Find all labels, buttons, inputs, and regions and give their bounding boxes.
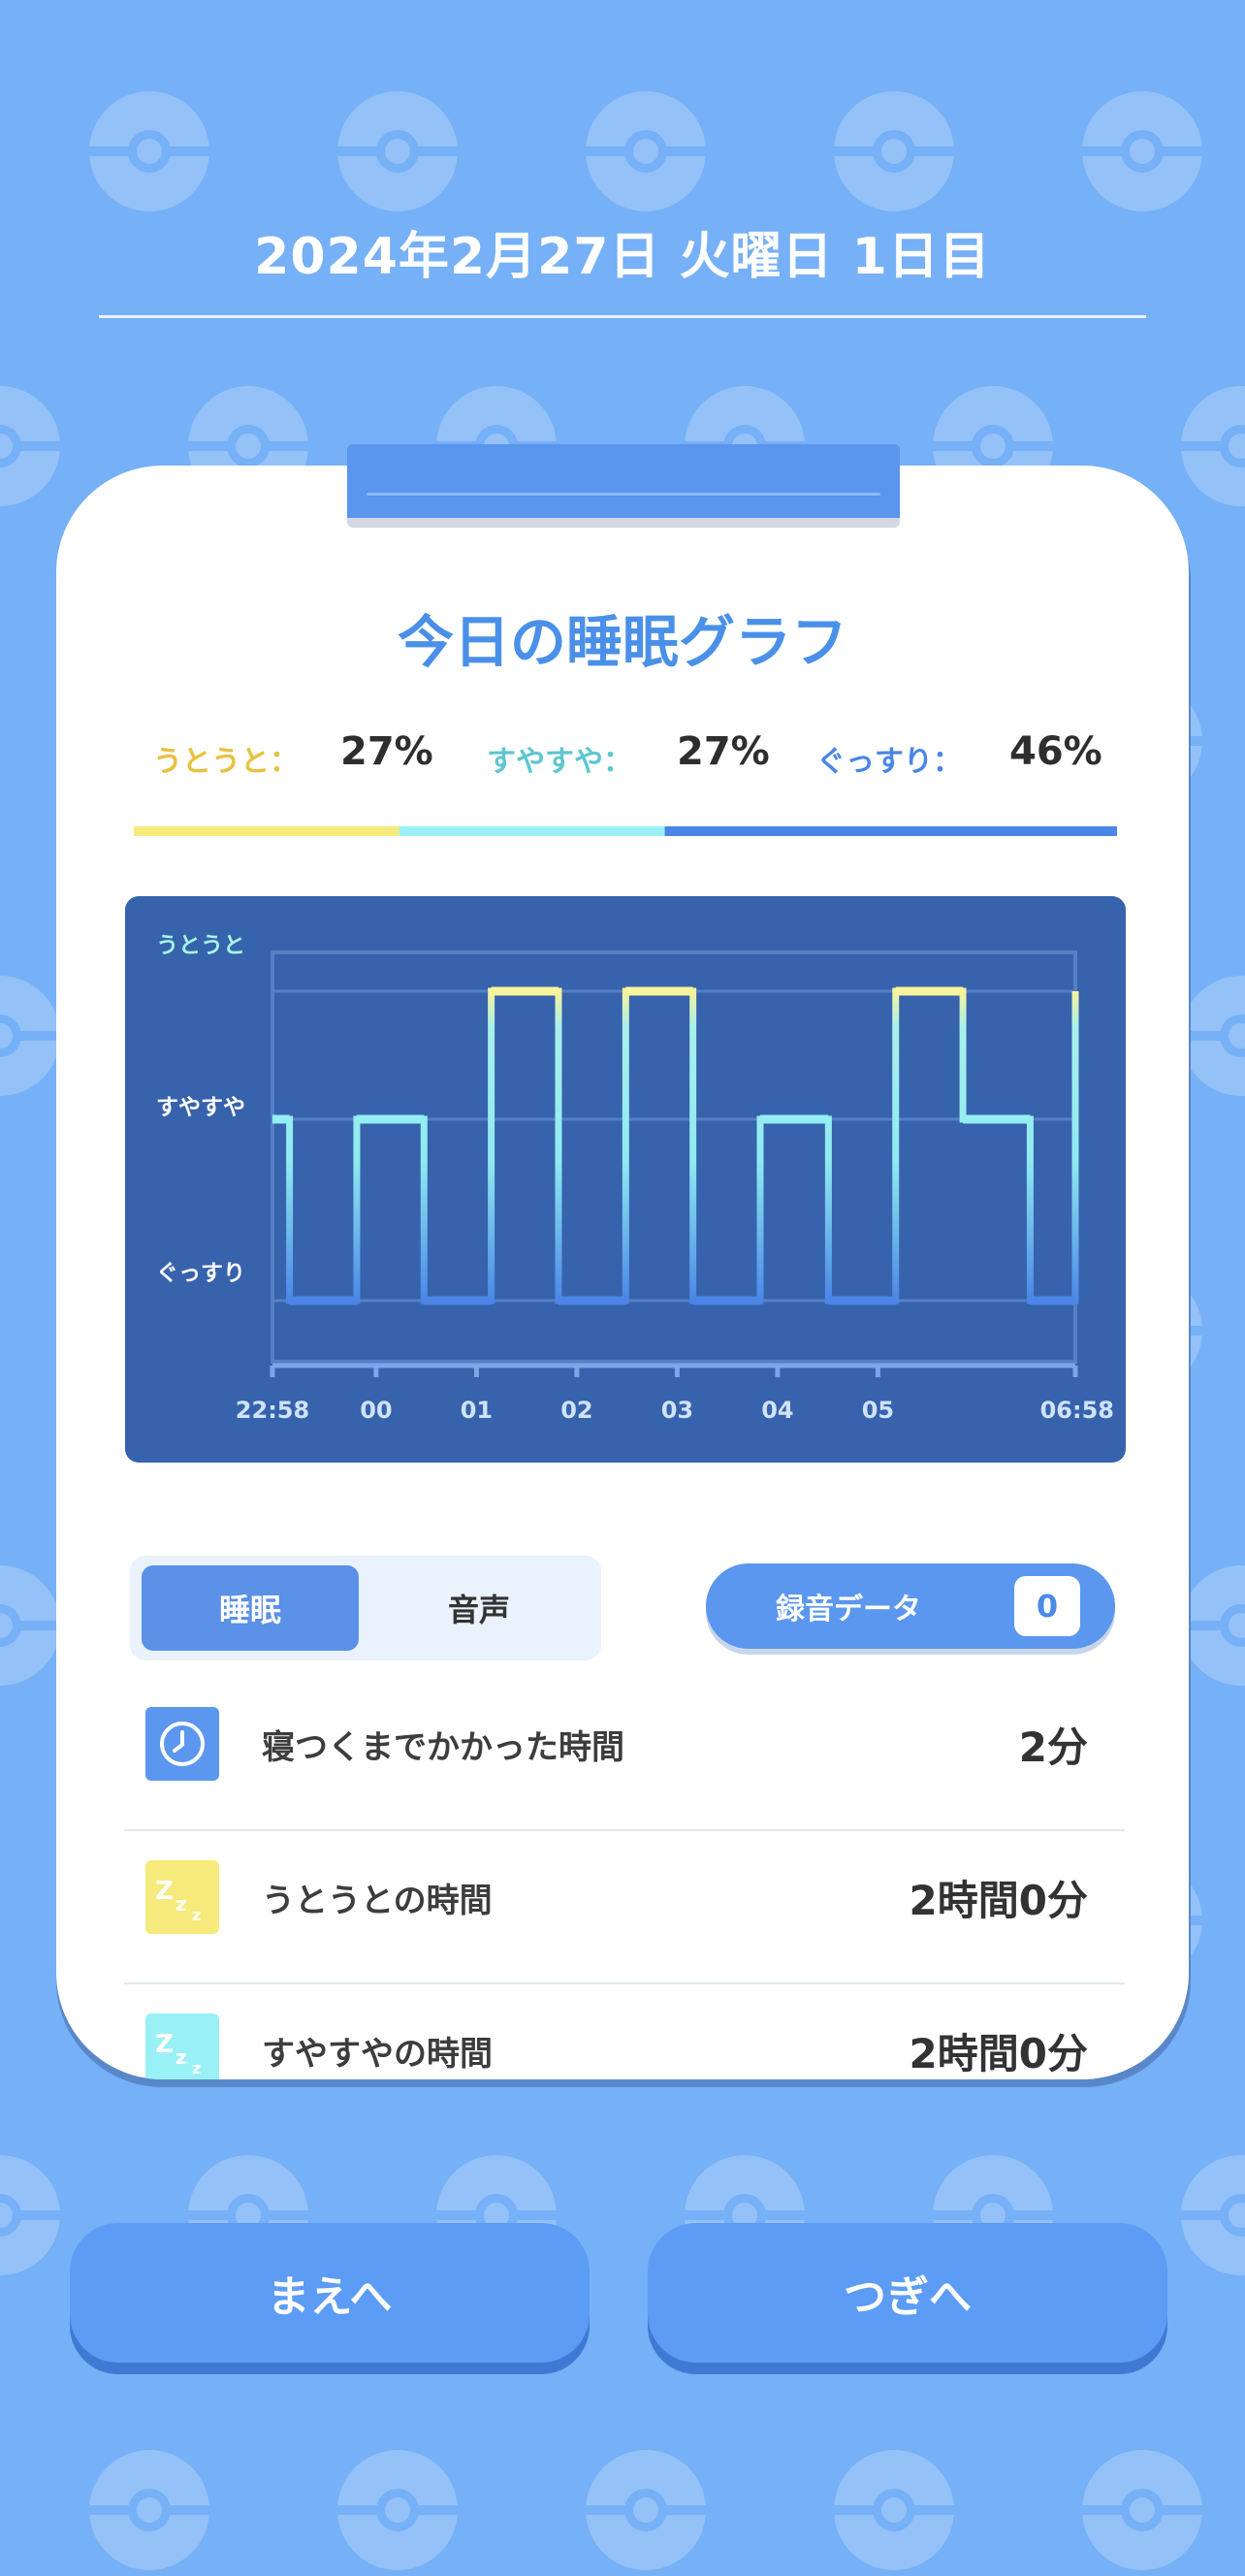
detail-value: 2分 [1018, 1723, 1088, 1771]
stat-label-light: うとうと： [153, 745, 299, 779]
x-axis-tick-label: 04 [761, 1397, 793, 1424]
next-button[interactable]: つぎへ [648, 2223, 1167, 2363]
svg-text:Z: Z [155, 2030, 174, 2059]
tab-sound[interactable]: 音声 [368, 1565, 590, 1651]
stat-value-light: 27% [340, 729, 433, 774]
sleep-ratio-bar [134, 826, 1117, 836]
y-axis-label: ぐっすり [156, 1261, 245, 1286]
y-axis-label: すやすや [156, 1095, 245, 1120]
detail-value: 2時間0分 [909, 2029, 1088, 2077]
ratio-segment-deep [664, 826, 1117, 836]
recording-count-badge: 0 [1014, 1576, 1080, 1636]
pokeball-pattern-icon [1179, 386, 1245, 506]
zzz-icon: Z z z [145, 1860, 219, 1934]
card-title: 今日の睡眠グラフ [397, 609, 847, 675]
zzz-icon: Z z z [145, 2013, 219, 2079]
svg-text:z: z [176, 2045, 187, 2069]
pokeball-pattern-icon [335, 91, 460, 211]
detail-row-light-sleep: Z z z うとうとの時間 2時間0分 [124, 1829, 1125, 1984]
detail-label: すやすやの時間 [262, 2034, 493, 2074]
x-axis-tick-label: 02 [560, 1397, 592, 1424]
y-axis-label: うとうと [156, 933, 245, 958]
svg-text:z: z [192, 1906, 201, 1924]
x-axis-tick-label: 03 [661, 1397, 693, 1424]
pokeball-pattern-icon [1179, 2155, 1245, 2275]
detail-row-sleep-latency: 寝つくまでかかった時間 2分 [124, 1676, 1125, 1831]
sleep-graph: うとうとすやすやぐっすり 22:58 00 01 02 03 04 05 06:58 [125, 896, 1126, 1463]
ratio-segment-light [134, 826, 399, 836]
detail-row-medium-sleep: Z z z すやすやの時間 2時間0分 [124, 1982, 1125, 2079]
pokeball-pattern-icon [0, 976, 62, 1096]
detail-value: 2時間0分 [909, 1876, 1088, 1924]
stat-value-medium: 27% [677, 729, 770, 774]
pokeball-pattern-icon [87, 91, 211, 211]
stat-label-medium: すやすや： [487, 745, 632, 779]
pokeball-pattern-icon [584, 2450, 708, 2570]
tab-sleep[interactable]: 睡眠 [142, 1565, 359, 1651]
pokeball-pattern-icon [0, 386, 62, 506]
prev-button[interactable]: まえへ [70, 2223, 590, 2363]
pokeball-pattern-icon [1080, 2450, 1204, 2570]
clock-icon [145, 1707, 219, 1781]
sleep-stage-line [272, 987, 1079, 1304]
date-divider [99, 315, 1146, 318]
sleep-card: 今日の睡眠グラフ うとうと： 27% すやすや： 27% ぐっすり： 46% う… [56, 466, 1189, 2079]
svg-text:Z: Z [155, 1877, 174, 1906]
stat-value-deep: 46% [1009, 729, 1102, 774]
pokeball-pattern-icon [0, 1565, 62, 1686]
pokeball-pattern-icon [0, 2155, 62, 2275]
x-axis-tick-label: 06:58 [1040, 1397, 1114, 1424]
svg-text:z: z [192, 2059, 201, 2077]
detail-label: 寝つくまでかかった時間 [262, 1727, 624, 1767]
pokeball-pattern-icon [584, 91, 708, 211]
detail-label: うとうとの時間 [262, 1881, 493, 1920]
recording-data-button[interactable]: 録音データ 0 [706, 1563, 1115, 1649]
pokeball-pattern-icon [1080, 91, 1204, 211]
view-toggle: 睡眠 音声 [130, 1556, 601, 1660]
ratio-segment-medium [399, 826, 665, 836]
pokeball-pattern-icon [832, 2450, 956, 2570]
x-axis-tick-label: 05 [862, 1397, 894, 1424]
x-axis-tick-label: 22:58 [236, 1397, 309, 1424]
recording-label: 録音データ [776, 1593, 921, 1626]
x-axis-tick-label: 01 [461, 1397, 493, 1424]
pokeball-pattern-icon [335, 2450, 460, 2570]
clip-line [367, 493, 880, 496]
pokeball-pattern-icon [832, 91, 956, 211]
clipboard-clip [347, 444, 900, 518]
x-axis-tick-label: 00 [360, 1397, 392, 1424]
date-title: 2024年2月27日 火曜日 1日目 [254, 228, 991, 286]
svg-text:z: z [176, 1892, 187, 1916]
pokeball-pattern-icon [87, 2450, 211, 2570]
stat-label-deep: ぐっすり： [816, 745, 962, 779]
